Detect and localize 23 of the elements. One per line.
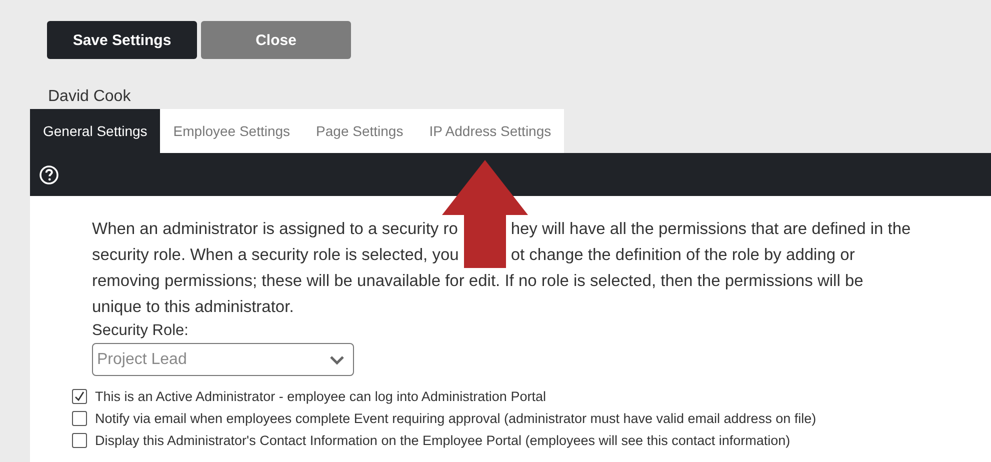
tab[interactable]: Page Settings <box>303 109 416 153</box>
save-button[interactable]: Save Settings <box>47 21 197 59</box>
description-text: ot change the definition of the role by adding or <box>510 245 856 266</box>
checkbox[interactable] <box>72 388 87 404</box>
security-role-select[interactable]: Project Lead <box>92 343 354 376</box>
description-text: When an administrator is assigned to a security ro <box>92 219 459 240</box>
chevron-down-icon <box>329 354 345 364</box>
tab[interactable]: General Settings <box>30 109 160 153</box>
option-label: Display this Administrator's Contact Information on the Employee Portal (employees will see this contact information) <box>95 432 790 448</box>
description-text: hey will have all the permissions that are defined in the <box>510 219 911 240</box>
tab[interactable]: Employee Settings <box>160 109 304 153</box>
description-text: security role. When a security role is selected, you <box>92 245 459 266</box>
option-label: This is an Active Administrator - employee can log into Administration Portal <box>95 388 546 404</box>
employee-name: David Cook <box>48 88 132 107</box>
checkbox[interactable] <box>72 410 87 426</box>
option-label: Notify via email when employees complete Event requiring approval (administrator must have valid email address on file) <box>95 410 816 426</box>
field-label: Security Role: <box>92 322 190 340</box>
description-text: removing permissions; these will be unavailable for edit. If no role is selected, then the permissions will be <box>92 271 864 292</box>
close-button[interactable]: Close <box>201 21 351 59</box>
tab[interactable]: IP Address Settings <box>416 109 564 153</box>
description-text: unique to this administrator. <box>92 297 295 318</box>
help-icon[interactable] <box>39 164 59 184</box>
checkbox[interactable] <box>72 432 87 448</box>
